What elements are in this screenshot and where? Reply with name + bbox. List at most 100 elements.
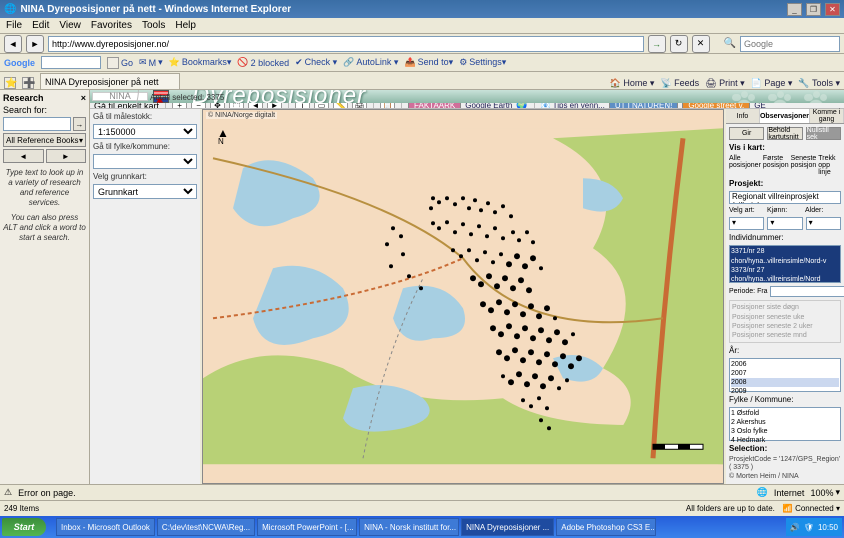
visopt-last[interactable]: Seneste posisjon [791, 155, 817, 176]
prosjekt-select[interactable]: Regionalt villreinprosjekt (villrein) [729, 191, 841, 204]
research-fwd-button[interactable]: ► [46, 149, 87, 163]
ie-addressbar: ◄ ► http://www.dyreposisjoner.no/ → ↻ ✕ … [0, 34, 844, 54]
ie-menubar: File Edit View Favorites Tools Help [0, 18, 844, 34]
rtab-info[interactable]: Info [726, 109, 760, 123]
research-panel: Research× Search for: → All Reference Bo… [0, 90, 90, 484]
muni-select[interactable] [93, 154, 197, 169]
research-close-button[interactable]: × [81, 93, 86, 103]
system-tray[interactable]: 🔊 🛡 10:50 [786, 518, 842, 536]
paw-icon [768, 94, 792, 103]
main-area: Research× Search for: → All Reference Bo… [0, 90, 844, 484]
selection-text: ProsjektCode = '1247/GPS_Region' ( 3375 … [729, 456, 841, 481]
tab-title: NINA Dyreposisjoner på nett [45, 77, 159, 87]
alder-select[interactable]: ▾ [806, 217, 841, 230]
task-photoshop[interactable]: Adobe Photoshop CS3 E... [556, 518, 656, 536]
menu-edit[interactable]: Edit [32, 20, 49, 31]
rtab-observations[interactable]: Observasjoner [760, 109, 810, 123]
cmd-print[interactable]: 🖨 Print ▾ [705, 78, 744, 89]
selection-label: Selection: [729, 444, 841, 453]
basemap-label: Velg grunnkart: [93, 172, 197, 181]
basemap-select[interactable]: Grunnkart [93, 184, 197, 199]
fylke-listbox[interactable]: 1 Østfold 2 Akershus 3 Oslo fylke 4 Hedm… [729, 407, 841, 441]
research-source-select[interactable]: All Reference Books▾ [3, 133, 86, 147]
reset-button[interactable]: Nullstill sek [806, 127, 841, 140]
go-button[interactable]: → [648, 35, 666, 53]
url-input[interactable]: http://www.dyreposisjoner.no/ [48, 36, 644, 52]
position-preset-list[interactable]: Posisjoner siste døgn Posisjoner seneste… [729, 300, 841, 342]
zone-text: Internet [774, 488, 805, 498]
date-from-input[interactable] [770, 286, 844, 297]
zoom-control[interactable]: 100% ▾ [810, 487, 840, 498]
zone-icon: 🌐 [757, 487, 768, 498]
refresh-button[interactable]: ↻ [670, 35, 688, 53]
page-content: NINA Dyreposisjoner Antall selected: 337… [90, 90, 844, 484]
task-dyreposisjoner[interactable]: NINA Dyreposisjoner ... [461, 518, 554, 536]
tray-clock: 10:50 [818, 523, 838, 532]
google-settings-button[interactable]: ⚙ Settings▾ [459, 57, 506, 68]
google-send-button[interactable]: 📤 Send to▾ [404, 57, 453, 68]
google-bookmarks-button[interactable]: ⭐ Bookmarks▾ [169, 57, 232, 68]
gir-button[interactable]: Gir [729, 127, 764, 140]
google-mail-button[interactable]: ✉ M▾ [139, 57, 163, 68]
research-back-button[interactable]: ◄ [3, 149, 44, 163]
google-check-button[interactable]: ✔ Check ▾ [295, 57, 337, 68]
map-canvas[interactable]: © NINA/Norge digitalt ▲ [202, 109, 724, 484]
nav-forward-button[interactable]: ► [26, 35, 44, 53]
scale-label: Gå til målestokk: [93, 112, 197, 121]
visopt-first[interactable]: Første posisjon [763, 155, 789, 176]
map-svg [203, 110, 723, 483]
kjonn-label: Kjønn: [767, 207, 803, 214]
cmd-tools[interactable]: 🔧 Tools ▾ [798, 78, 840, 89]
nina-logo: NINA [92, 92, 148, 101]
keep-extent-button[interactable]: Behold kartutsnitt [767, 127, 802, 140]
add-favorites-icon[interactable]: ➕ [22, 77, 34, 89]
tray-icon[interactable]: 🛡 [804, 523, 814, 532]
visopt-all[interactable]: Alle posisjoner [729, 155, 761, 176]
app-header: NINA Dyreposisjoner Antall selected: 337… [90, 90, 844, 103]
visopt-line[interactable]: Trekk opp linje [818, 155, 841, 176]
task-explorer[interactable]: C:\dev\test\NCWA\Reg... [157, 518, 255, 536]
menu-favorites[interactable]: Favorites [91, 20, 132, 31]
alder-label: Alder: [805, 207, 841, 214]
google-autolink-button[interactable]: 🔗 AutoLink ▾ [343, 57, 398, 68]
cmd-feeds[interactable]: 📡 Feeds [660, 78, 699, 89]
year-listbox[interactable]: 2006 2007 2008 2009 [729, 358, 841, 392]
menu-tools[interactable]: Tools [142, 20, 165, 31]
task-nina[interactable]: NINA - Norsk institutt for... [359, 518, 459, 536]
cmd-page[interactable]: 📄 Page ▾ [751, 78, 793, 89]
individ-listbox[interactable]: 3371/nr 28 chon/hyna..villreinsimle/Nord… [729, 245, 841, 283]
rtab-getting-started[interactable]: Komme i gang [810, 109, 844, 123]
favorites-star-icon[interactable]: ⭐ [4, 77, 16, 89]
stop-button[interactable]: ✕ [692, 35, 710, 53]
window-minimize-button[interactable]: _ [787, 3, 802, 16]
secondary-statusbar: 249 Items All folders are up to date. 📶 … [0, 500, 844, 516]
scale-select[interactable]: 1:150000 [93, 124, 197, 139]
menu-help[interactable]: Help [175, 20, 196, 31]
google-search-input[interactable] [41, 56, 101, 69]
status-warning-icon: ⚠ [4, 487, 12, 498]
task-outlook[interactable]: Inbox - Microsoft Outlook [56, 518, 155, 536]
google-go-button[interactable]: Go [107, 57, 133, 69]
menu-file[interactable]: File [6, 20, 22, 31]
window-close-button[interactable]: ✕ [825, 3, 840, 16]
art-select[interactable]: ▾ [729, 217, 764, 230]
menu-view[interactable]: View [59, 20, 81, 31]
selection-count: Antall selected: 3375 [150, 93, 224, 102]
window-maximize-button[interactable]: ❐ [806, 3, 821, 16]
research-search-input[interactable] [3, 117, 71, 131]
nav-back-button[interactable]: ◄ [4, 35, 22, 53]
research-go-button[interactable]: → [73, 117, 86, 131]
connection-status[interactable]: 📶 Connected ▾ [783, 504, 840, 513]
research-help-1: Type text to look up in a variety of res… [3, 168, 86, 208]
kjonn-select[interactable]: ▾ [767, 217, 802, 230]
tray-icon[interactable]: 🔊 [790, 523, 800, 532]
browser-search-input[interactable] [740, 36, 840, 52]
task-powerpoint[interactable]: Microsoft PowerPoint - [... [257, 518, 357, 536]
periode-label: Periode: [729, 288, 755, 295]
app-body: Gå til målestokk: 1:150000 Gå til fylke/… [90, 109, 844, 484]
browser-tab[interactable]: NINA Dyreposisjoner på nett [40, 73, 180, 89]
url-text: http://www.dyreposisjoner.no/ [52, 39, 169, 49]
google-blocked-button[interactable]: 🚫 2 blocked [237, 57, 289, 68]
cmd-home[interactable]: 🏠 Home ▾ [610, 78, 655, 89]
start-button[interactable]: Start [2, 518, 46, 536]
